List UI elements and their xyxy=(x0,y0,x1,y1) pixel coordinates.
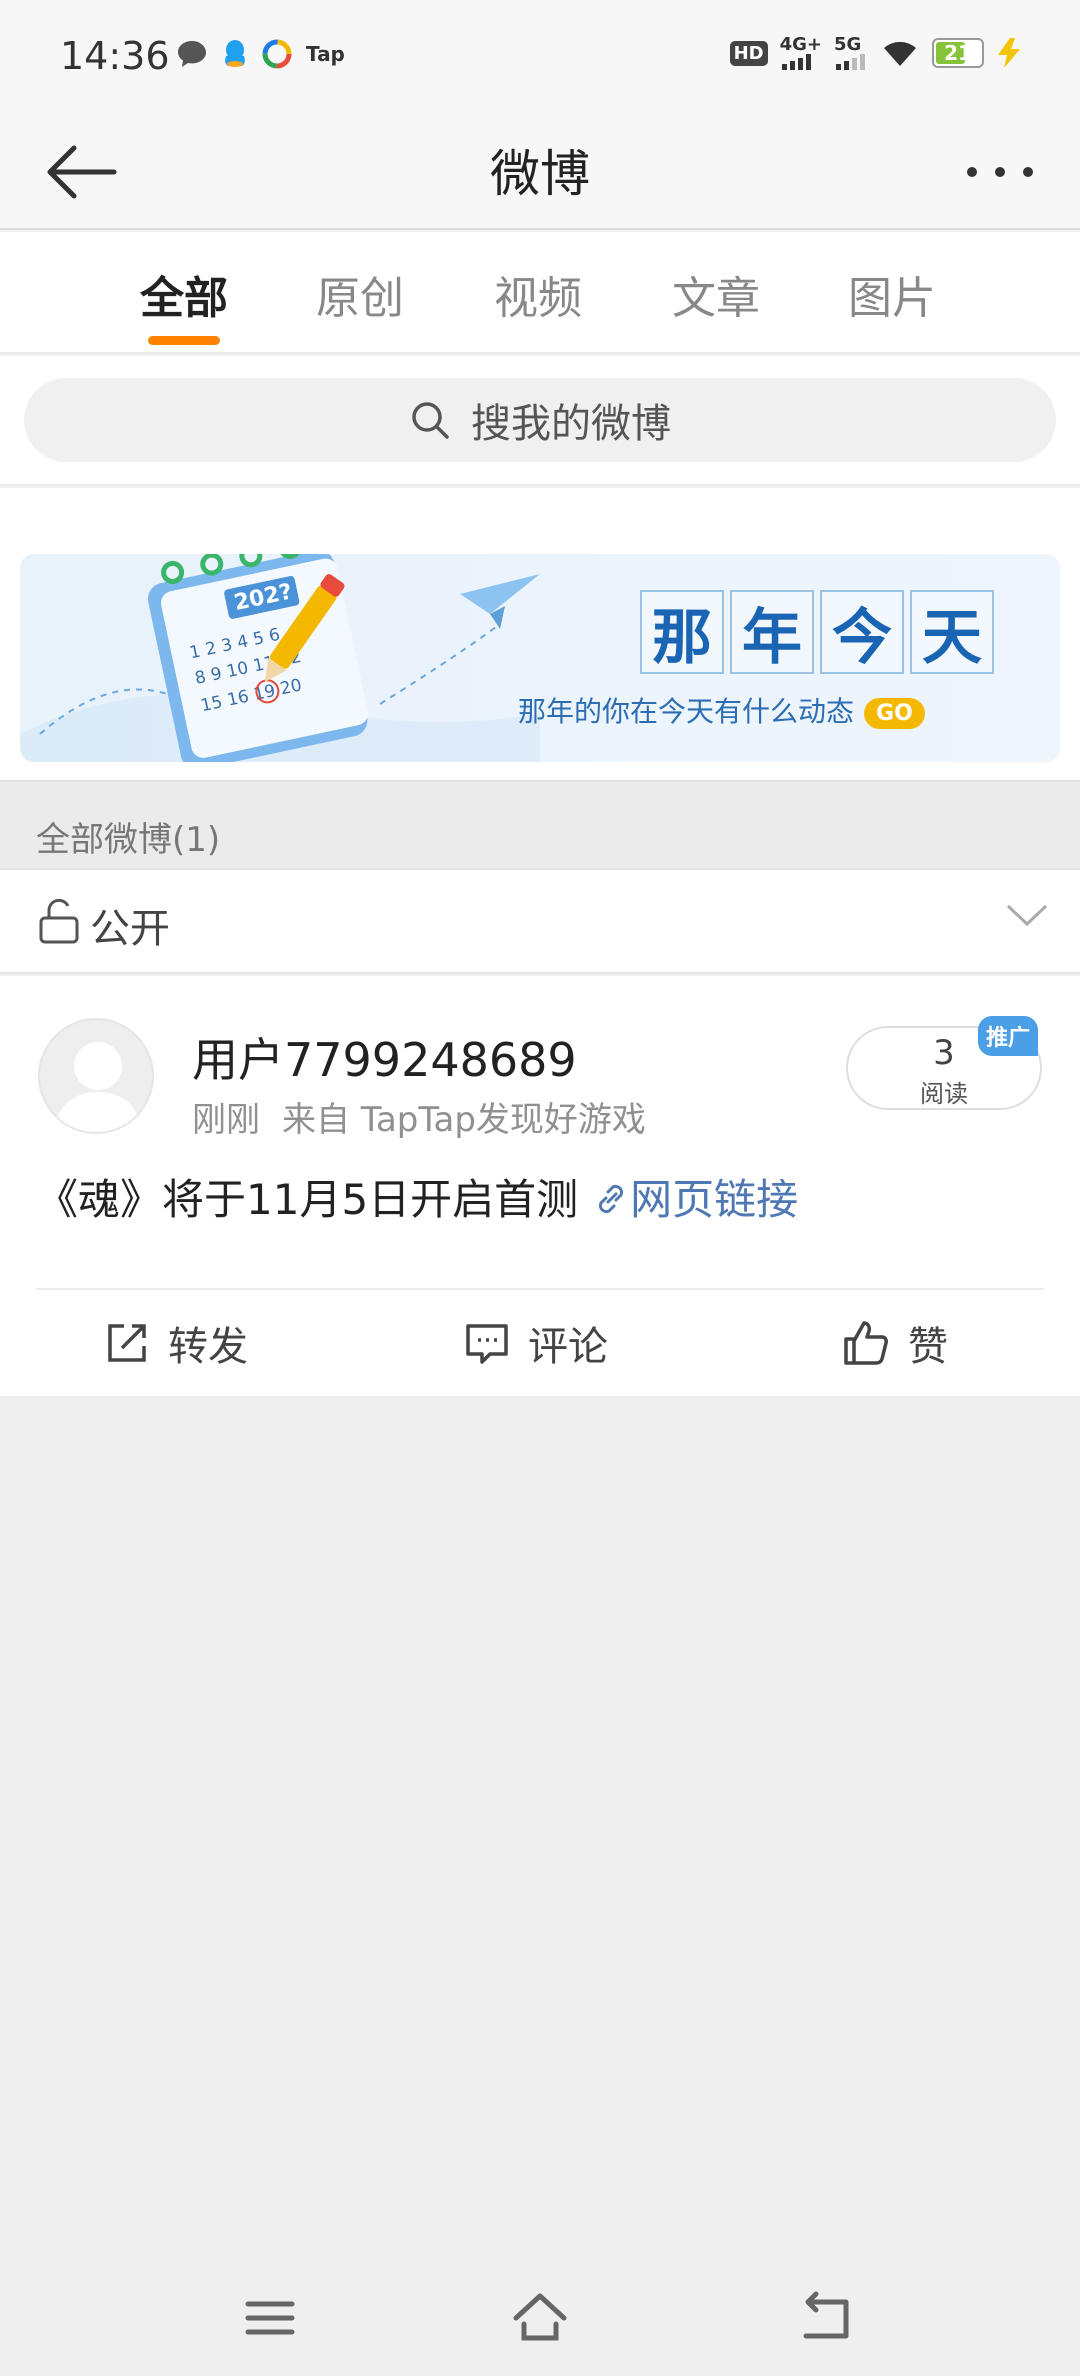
comment-button[interactable]: 评论 xyxy=(464,1314,608,1372)
chevron-down-icon[interactable] xyxy=(1004,900,1050,930)
page-title: 微博 xyxy=(490,145,590,203)
like-button[interactable]: 赞 xyxy=(842,1314,948,1372)
wifi-icon xyxy=(884,41,916,66)
post-text: 《魂》将于11月5日开启首测 xyxy=(36,1175,579,1224)
username[interactable]: 用户7799248689 xyxy=(192,1024,577,1090)
post-card[interactable]: 用户7799248689 刚刚 来自 TapTap发现好游戏 3 阅读 推广 《魂… xyxy=(0,976,1080,1396)
tab-original[interactable]: 原创 xyxy=(300,262,420,326)
section-title: 全部微博(1) xyxy=(36,820,221,860)
comment-icon xyxy=(466,1324,508,1364)
section-header: 全部微博(1) xyxy=(0,780,1080,868)
calendar-illustration: 202? 1 2 3 4 5 6 8 9 10 11 12 15 16 19 2… xyxy=(20,554,540,762)
system-icons: HD 4G+ 5G 21 xyxy=(729,36,1022,70)
system-back-button[interactable] xyxy=(796,2288,856,2348)
default-avatar-icon xyxy=(54,1042,142,1132)
more-button[interactable] xyxy=(960,142,1040,202)
search-area: 搜我的微博 xyxy=(0,356,1080,486)
charging-icon xyxy=(998,38,1020,68)
tab-picture[interactable]: 图片 xyxy=(832,262,952,326)
menu-icon xyxy=(245,2301,295,2335)
home-button[interactable] xyxy=(510,2288,570,2348)
system-nav-bar xyxy=(0,2260,1080,2376)
battery-icon: 21 xyxy=(932,38,984,68)
banner-subtitle: 那年的你在今天有什么动态 GO xyxy=(518,690,925,730)
web-link[interactable]: 网页链接 xyxy=(630,1175,798,1224)
more-dots-icon xyxy=(967,167,1033,177)
unlock-icon xyxy=(39,898,79,944)
tab-indicator xyxy=(148,336,220,345)
post-content: 《魂》将于11月5日开启首测 网页链接 xyxy=(36,1166,798,1227)
qq-icon xyxy=(225,40,245,67)
message-icon xyxy=(178,41,206,67)
search-placeholder: 搜我的微博 xyxy=(471,401,671,447)
repost-icon xyxy=(108,1324,146,1362)
tap-icon: Tap xyxy=(306,42,345,66)
notification-icons: Tap xyxy=(176,38,345,70)
thumbs-up-icon xyxy=(844,1321,888,1365)
signal-4g-icon: 4G+ xyxy=(780,36,822,70)
post-source: 来自 TapTap发现好游戏 xyxy=(282,1100,646,1140)
post-time: 刚刚 xyxy=(192,1100,260,1140)
promo-badge[interactable]: 推广 xyxy=(978,1016,1039,1056)
signal-5g-icon: 5G xyxy=(834,36,868,70)
card-divider xyxy=(36,1288,1044,1290)
status-bar: 14:36 Tap HD 4G+ 5G 21 xyxy=(0,0,1080,112)
filter-label: 公开 xyxy=(90,906,170,952)
search-icon xyxy=(412,402,449,439)
app-colorful-icon xyxy=(262,39,292,69)
reads-label: 阅读 xyxy=(920,1080,968,1108)
go-button[interactable]: GO xyxy=(864,698,925,729)
search-input[interactable]: 搜我的微博 xyxy=(24,378,1056,462)
link-icon xyxy=(599,1184,624,1214)
memory-banner[interactable]: 202? 1 2 3 4 5 6 8 9 10 11 12 15 16 19 2… xyxy=(20,554,1060,762)
home-icon xyxy=(513,2293,567,2341)
visibility-filter[interactable]: 公开 xyxy=(0,868,1080,974)
tab-all[interactable]: 全部 xyxy=(124,262,244,326)
banner-title: 那 年 今 天 xyxy=(640,590,994,674)
tab-article[interactable]: 文章 xyxy=(656,262,776,326)
status-time: 14:36 xyxy=(60,34,170,78)
repost-button[interactable]: 转发 xyxy=(104,1314,248,1372)
post-meta: 刚刚 来自 TapTap发现好游戏 xyxy=(192,1092,646,1141)
tab-video[interactable]: 视频 xyxy=(478,262,598,326)
return-icon xyxy=(803,2291,849,2339)
title-bar: 微博 xyxy=(0,112,1080,230)
menu-button[interactable] xyxy=(240,2288,300,2348)
avatar[interactable] xyxy=(38,1018,154,1134)
hd-icon: HD xyxy=(729,40,768,66)
tab-bar: 全部 原创 视频 文章 图片 xyxy=(0,232,1080,354)
banner-area: 202? 1 2 3 4 5 6 8 9 10 11 12 15 16 19 2… xyxy=(0,488,1080,780)
